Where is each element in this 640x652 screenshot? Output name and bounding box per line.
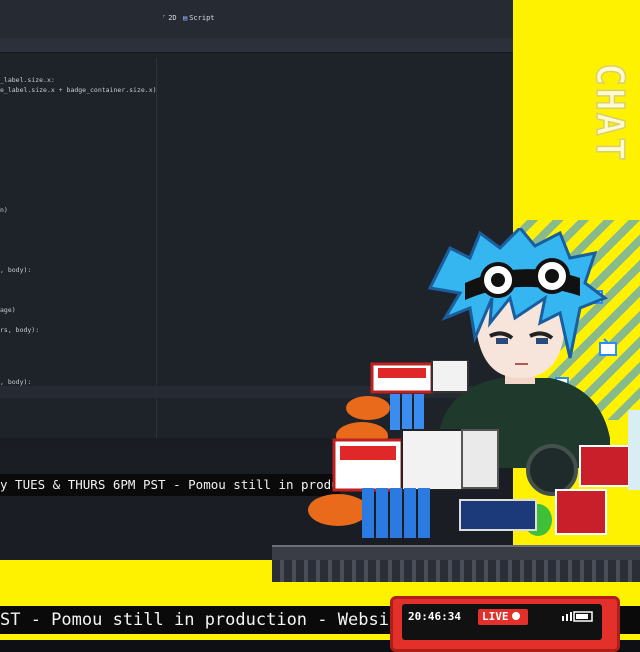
code-line: age): [0, 306, 16, 314]
shelf-rail: [272, 560, 640, 582]
live-label: LIVE: [482, 610, 509, 623]
live-badge: LIVE: [478, 609, 528, 625]
code-line: _label.size.x:: [0, 76, 55, 84]
2d-icon: ⌜: [162, 14, 167, 22]
code-line: rs, body):: [0, 326, 40, 334]
merch-display: [308, 360, 640, 538]
code-line: , body):: [0, 378, 32, 386]
tab-script[interactable]: ▤ Script: [183, 14, 215, 22]
chat-label: CHAT: [585, 8, 635, 218]
editor-top-bar: ⌜ 2D ▤ Script: [0, 0, 513, 38]
battery-icon: [562, 611, 593, 622]
record-dot-icon: [511, 612, 520, 620]
code-line: n): [0, 206, 8, 214]
gutter-divider: [156, 58, 157, 438]
ticker-top: y TUES & THURS 6PM PST - Pomou still in …: [0, 474, 340, 496]
camera-time: 20:46:34: [408, 610, 461, 623]
script-tab-strip: [0, 38, 513, 53]
tab-2d[interactable]: ⌜ 2D: [162, 14, 177, 22]
code-area[interactable]: _label.size.x: e_label.size.x + badge_co…: [0, 58, 157, 438]
code-line: e_label.size.x + badge_container.size.x): [0, 86, 157, 94]
script-icon: ▤: [183, 14, 188, 22]
chat-label-text: CHAT: [587, 62, 633, 163]
code-line: , body):: [0, 266, 32, 274]
